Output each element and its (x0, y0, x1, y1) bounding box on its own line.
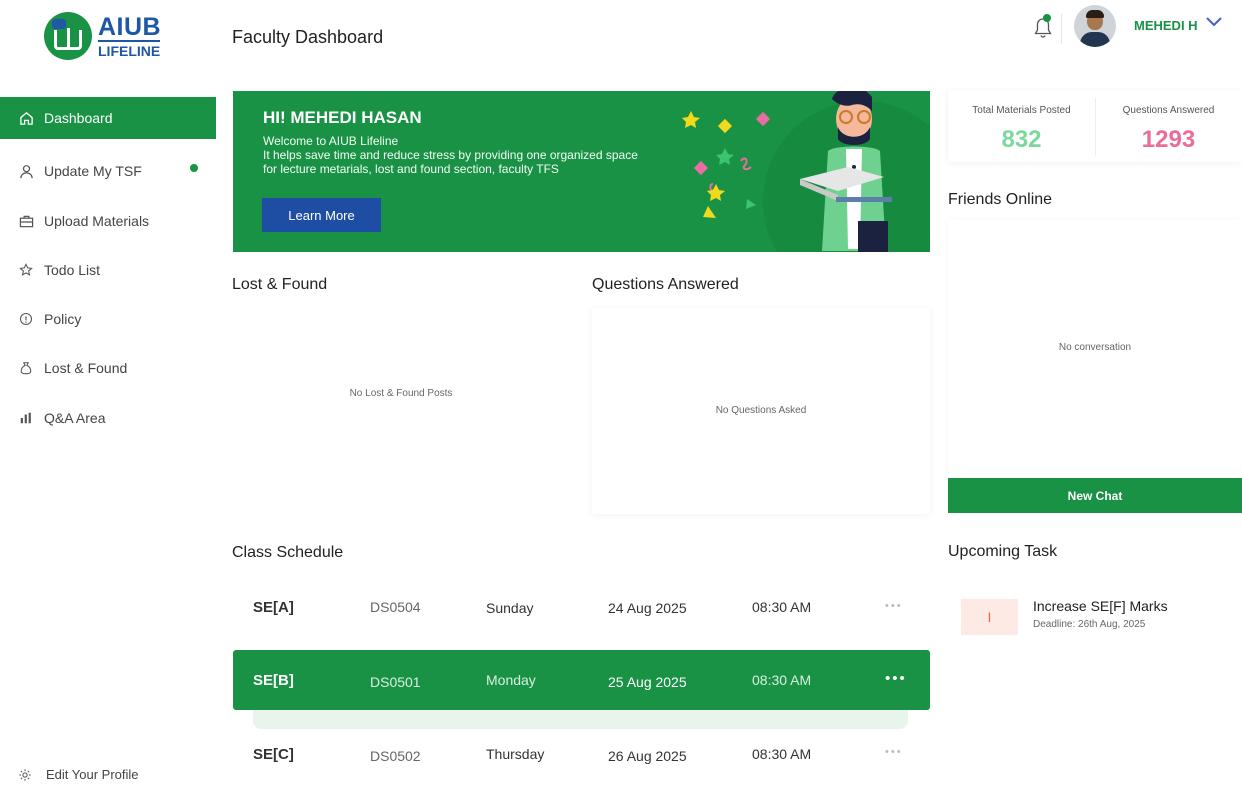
schedule-row[interactable]: SE[C] DS0502 Thursday 26 Aug 2025 08:30 … (233, 724, 930, 784)
sidebar-item-label: Lost & Found (44, 360, 128, 376)
user-name[interactable]: MEHEDI H (1134, 18, 1198, 33)
learn-more-button[interactable]: Learn More (262, 198, 381, 232)
sidebar-item-todo-list[interactable]: Todo List (0, 249, 216, 291)
sidebar-item-label: Update My TSF (44, 163, 142, 179)
status-dot (190, 164, 198, 172)
class-time: 08:30 AM (752, 599, 812, 615)
lost-found-title: Lost & Found (232, 276, 328, 293)
sidebar-item-update-tsf[interactable]: Update My TSF (0, 150, 216, 192)
user-icon (18, 163, 34, 179)
questions-card: No Questions Asked (592, 308, 930, 514)
stat-questions-value: 1293 (1141, 126, 1196, 153)
class-schedule-title: Class Schedule (232, 544, 344, 561)
sidebar-item-policy[interactable]: Policy (0, 298, 216, 340)
stat-questions: Questions Answered 1293 (1095, 90, 1242, 162)
banner-description: Welcome to AIUB Lifeline It helps save t… (263, 134, 638, 176)
class-room: DS0502 (370, 748, 421, 764)
class-day: Sunday (486, 600, 534, 616)
stat-materials-value: 832 (1001, 126, 1042, 153)
more-options-icon[interactable]: ••• (885, 670, 907, 687)
schedule-row[interactable]: SE[A] DS0504 Sunday 24 Aug 2025 08:30 AM… (233, 578, 930, 638)
sidebar-item-qa-area[interactable]: Q&A Area (0, 397, 216, 439)
stat-questions-label: Questions Answered (1122, 105, 1215, 116)
class-date: 24 Aug 2025 (608, 600, 687, 616)
info-icon (18, 311, 34, 327)
class-date: 25 Aug 2025 (608, 674, 687, 690)
task-title[interactable]: Increase SE[F] Marks (1033, 598, 1168, 614)
stats-card: Total Materials Posted 832 Questions Ans… (948, 90, 1242, 162)
questions-answered-title: Questions Answered (592, 276, 739, 293)
stat-materials-label: Total Materials Posted (972, 105, 1071, 116)
welcome-banner: HI! MEHEDI HASAN Welcome to AIUB Lifelin… (233, 91, 930, 252)
friends-panel: No conversation (948, 220, 1242, 478)
sidebar-item-label: Q&A Area (44, 410, 106, 426)
class-code: SE[C] (253, 746, 294, 763)
class-room: DS0504 (370, 599, 421, 615)
teacher-illustration (800, 91, 892, 252)
class-room: DS0501 (370, 674, 421, 690)
sidebar-item-label: Policy (44, 311, 82, 327)
questions-empty-text: No Questions Asked (715, 405, 807, 416)
bar-chart-icon (18, 410, 34, 426)
stat-materials: Total Materials Posted 832 (948, 90, 1095, 162)
friends-online-title: Friends Online (948, 191, 1053, 208)
confetti-illustration (682, 111, 771, 218)
sidebar-item-label: Upload Materials (44, 213, 150, 229)
sidebar-item-lost-found[interactable]: Lost & Found (0, 347, 216, 389)
friends-empty-text: No conversation (1058, 342, 1132, 353)
aiub-lifeline-logo[interactable]: AIUB LIFELINE (44, 12, 164, 62)
more-options-icon[interactable]: ••• (885, 746, 903, 758)
briefcase-icon (18, 213, 34, 229)
task-badge: I (961, 599, 1018, 635)
header-divider (1061, 14, 1062, 44)
gear-icon (18, 768, 32, 782)
sidebar-item-label: Dashboard (44, 110, 113, 126)
sidebar-item-label: Todo List (44, 262, 101, 278)
home-icon (18, 110, 34, 126)
class-day: Thursday (486, 746, 545, 762)
edit-profile-link[interactable]: Edit Your Profile (18, 767, 139, 782)
more-options-icon[interactable]: ••• (885, 600, 903, 612)
upcoming-task-title: Upcoming Task (948, 543, 1058, 560)
logo-emblem-icon (44, 12, 92, 60)
star-icon (18, 262, 34, 278)
sidebar-item-upload-materials[interactable]: Upload Materials (0, 200, 216, 242)
class-day: Monday (486, 672, 536, 688)
chevron-down-icon[interactable] (1205, 16, 1223, 28)
class-time: 08:30 AM (752, 672, 812, 688)
page-title: Faculty Dashboard (232, 27, 384, 47)
avatar[interactable] (1074, 5, 1116, 47)
logo-subtitle: LIFELINE (98, 40, 161, 59)
notification-dot (1043, 14, 1051, 22)
task-deadline: Deadline: 26th Aug, 2025 (1033, 619, 1146, 630)
schedule-row-selected[interactable]: SE[B] DS0501 Monday 25 Aug 2025 08:30 AM… (233, 650, 930, 710)
logo-title: AIUB (98, 13, 162, 41)
class-time: 08:30 AM (752, 746, 812, 762)
edit-profile-label: Edit Your Profile (46, 767, 139, 782)
money-bag-icon (18, 360, 34, 376)
banner-greeting: HI! MEHEDI HASAN (263, 108, 422, 127)
new-chat-button[interactable]: New Chat (948, 478, 1242, 513)
lost-found-empty-text: No Lost & Found Posts (349, 388, 453, 399)
class-code: SE[B] (253, 672, 294, 689)
class-code: SE[A] (253, 599, 294, 616)
class-date: 26 Aug 2025 (608, 748, 687, 764)
sidebar-item-dashboard[interactable]: Dashboard (0, 97, 216, 139)
